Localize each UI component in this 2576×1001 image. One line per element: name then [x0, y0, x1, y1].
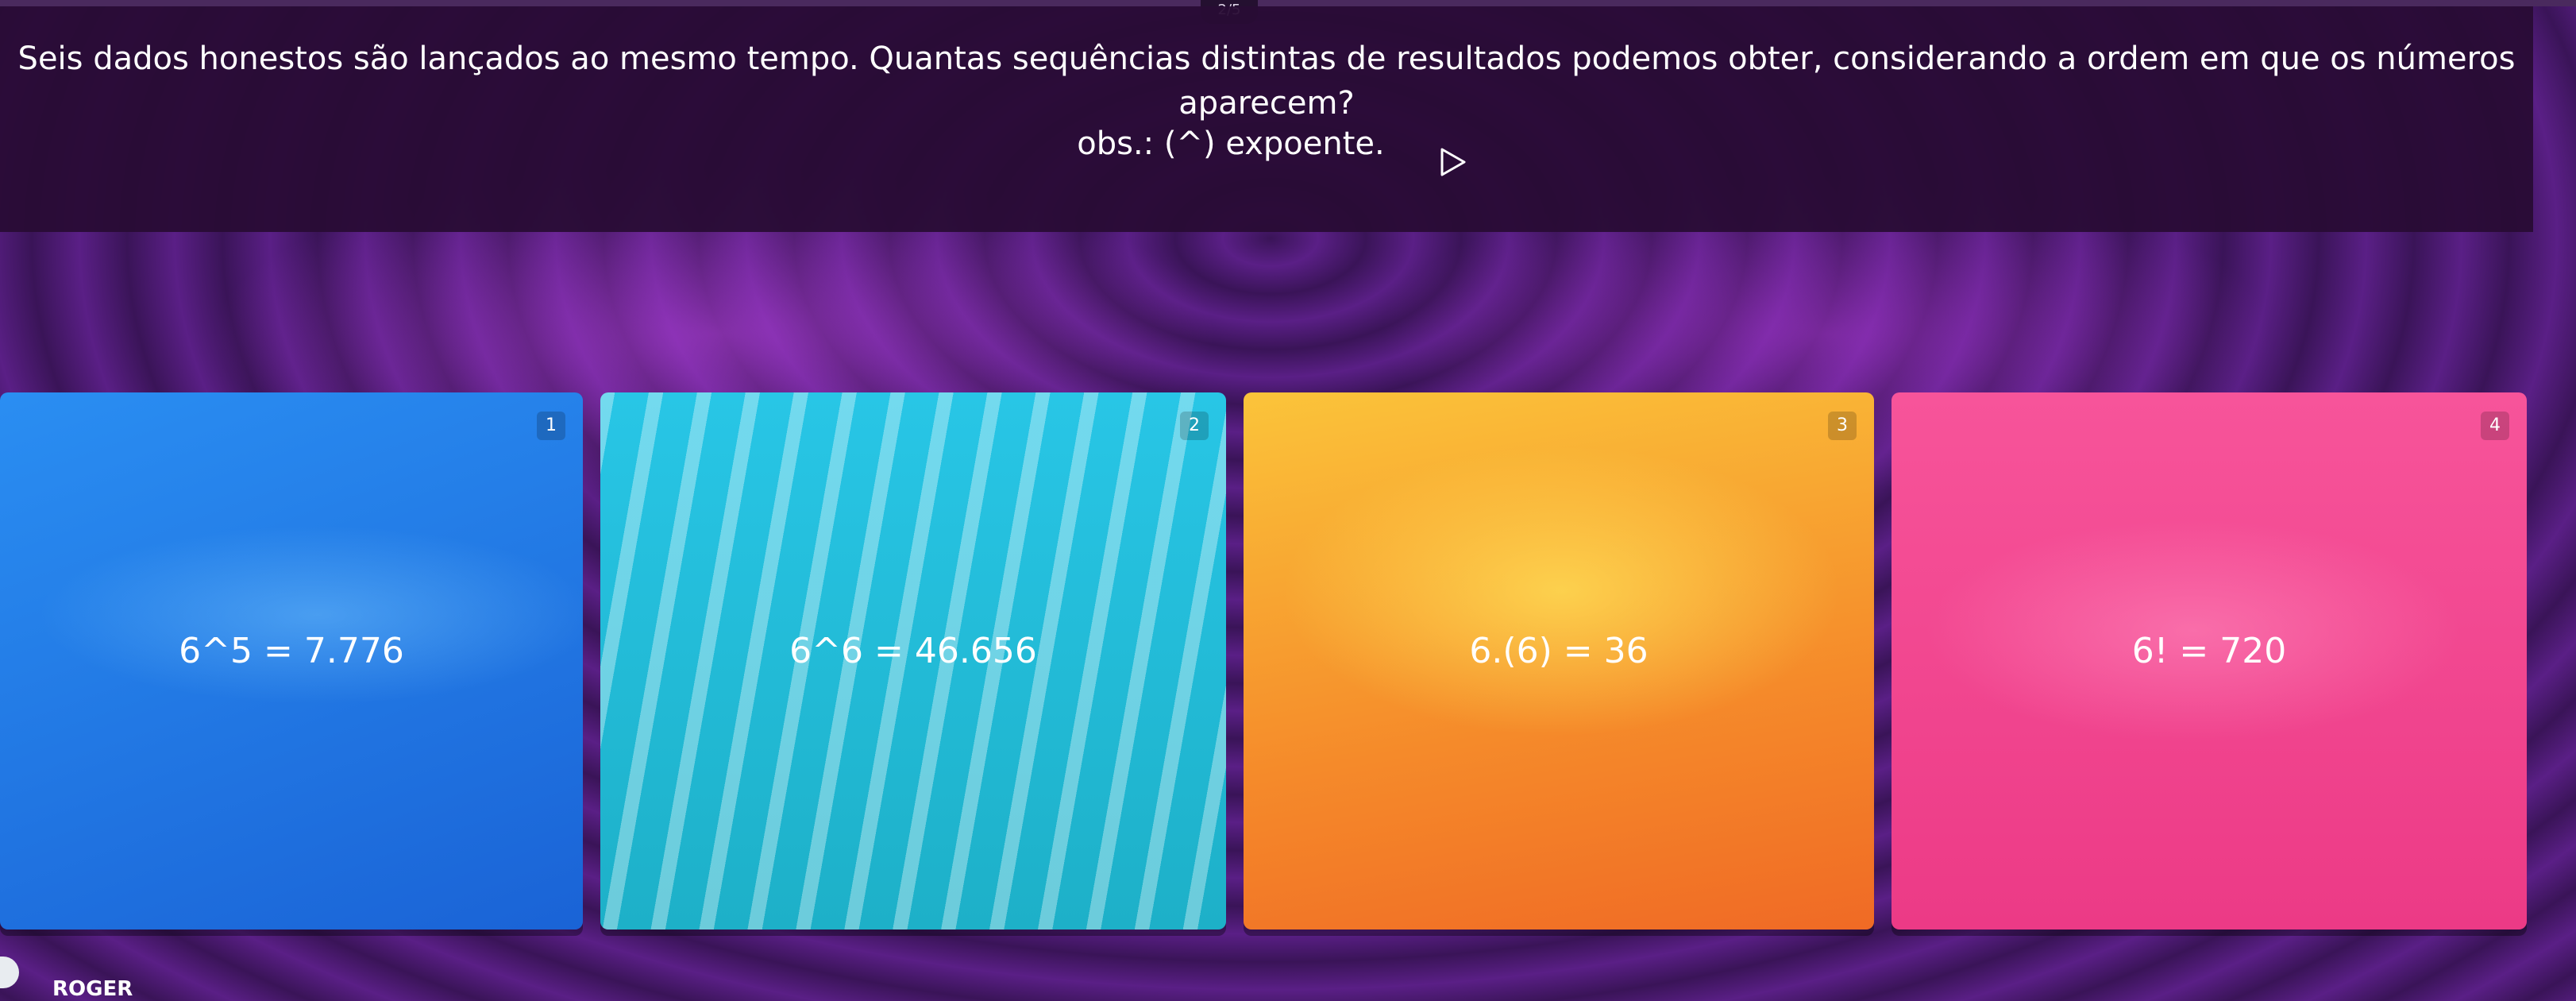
answer-card-2[interactable]: 2 6^6 = 46.656 — [600, 392, 1226, 930]
cursor-icon — [1440, 148, 1466, 176]
avatar — [0, 957, 19, 988]
answer-number-badge: 3 — [1828, 412, 1857, 440]
answer-number-badge: 2 — [1180, 412, 1209, 440]
answer-text: 6^6 = 46.656 — [789, 631, 1037, 671]
answer-number-badge: 1 — [537, 412, 565, 440]
top-bar — [0, 0, 2576, 6]
answer-number-badge: 4 — [2481, 412, 2509, 440]
answer-card-4[interactable]: 4 6! = 720 — [1892, 392, 2527, 930]
answer-text: 6! = 720 — [2131, 631, 2287, 671]
answer-text: 6^5 = 7.776 — [179, 631, 404, 671]
question-text: Seis dados honestos são lançados ao mesm… — [17, 41, 2516, 122]
question-note: obs.: (^) expoente. — [1077, 126, 1385, 162]
question-panel: Seis dados honestos são lançados ao mesm… — [0, 6, 2533, 232]
player-name: ROGER — [52, 977, 133, 1001]
answer-text: 6.(6) = 36 — [1469, 631, 1649, 671]
answer-card-1[interactable]: 1 6^5 = 7.776 — [0, 392, 583, 930]
answer-card-3[interactable]: 3 6.(6) = 36 — [1244, 392, 1874, 930]
